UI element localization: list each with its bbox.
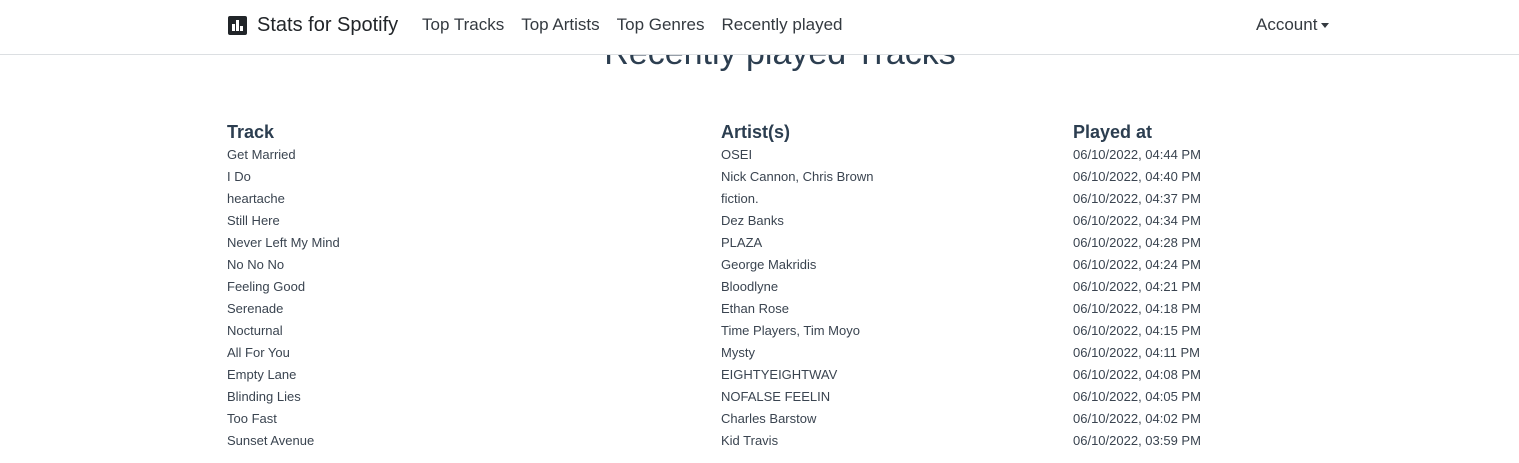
artists-cell: Nick Cannon, Chris Brown [721, 169, 874, 184]
played-at-cell: 06/10/2022, 03:59 PM [1073, 433, 1201, 448]
artists-cell: Bloodlyne [721, 279, 779, 294]
account-label: Account [1256, 15, 1318, 34]
navbar: Stats for Spotify Top Tracks Top Artists… [0, 0, 1519, 55]
artists-cell: EIGHTYEIGHTWAV [721, 367, 838, 382]
track-cell: Still Here [227, 213, 280, 228]
table-row: Too Fast Charles Barstow 06/10/2022, 04:02… [227, 408, 1325, 430]
played-at-cell: 06/10/2022, 04:40 PM [1073, 169, 1201, 184]
nav-recently-played[interactable]: Recently played [722, 15, 843, 35]
table-row: Empty Lane EIGHTYEIGHTWAV 06/10/2022, 04:0… [227, 364, 1325, 386]
played-at-cell: 06/10/2022, 04:15 PM [1073, 323, 1201, 338]
played-at-cell: 06/10/2022, 04:37 PM [1073, 191, 1201, 206]
track-cell: Sunset Avenue [227, 433, 315, 448]
nav-top-genres[interactable]: Top Genres [617, 15, 705, 35]
track-cell: Blinding Lies [227, 389, 301, 404]
table-row: Nocturnal Time Players, Tim Moyo 06/10/202… [227, 320, 1325, 342]
table-row: I Do Nick Cannon, Chris Brown 06/10/2022, … [227, 166, 1325, 188]
table-header-row: Track Artist(s) Played at [227, 120, 1325, 144]
table-row: No No No George Makridis 06/10/2022, 04:24… [227, 254, 1325, 276]
bar-chart-icon [228, 15, 247, 35]
track-cell: Empty Lane [227, 367, 297, 382]
brand-title: Stats for Spotify [257, 14, 399, 36]
artists-cell: Dez Banks [721, 213, 784, 228]
artists-cell: Kid Travis [721, 433, 779, 448]
table-row: Get Married OSEI 06/10/2022, 04:44 PM [227, 144, 1325, 166]
artists-cell: PLAZA [721, 235, 763, 250]
account-dropdown[interactable]: Account [1256, 15, 1330, 35]
track-cell: All For You [227, 345, 290, 360]
column-header-artists: Artist(s) [721, 122, 791, 142]
artists-cell: OSEI [721, 147, 753, 162]
table-row: Sunset Avenue Kid Travis 06/10/2022, 03:59… [227, 430, 1325, 452]
played-at-cell: 06/10/2022, 04:18 PM [1073, 301, 1201, 316]
artists-cell: NOFALSE FEELIN [721, 389, 831, 404]
track-cell: Too Fast [227, 411, 277, 426]
track-cell: No No No [227, 257, 285, 272]
played-at-cell: 06/10/2022, 04:34 PM [1073, 213, 1201, 228]
played-at-cell: 06/10/2022, 04:24 PM [1073, 257, 1201, 272]
artists-cell: Time Players, Tim Moyo [721, 323, 860, 338]
table-row: Blinding Lies NOFALSE FEELIN 06/10/2022, 0… [227, 386, 1325, 408]
track-cell: Get Married [227, 147, 296, 162]
caret-down-icon [1321, 23, 1330, 28]
column-header-track: Track [227, 122, 275, 142]
nav-top-tracks[interactable]: Top Tracks [422, 15, 504, 35]
artists-cell: Mysty [721, 345, 755, 360]
track-cell: Serenade [227, 301, 284, 316]
artists-cell: George Makridis [721, 257, 817, 272]
artists-cell: Charles Barstow [721, 411, 817, 426]
brand-link[interactable]: Stats for Spotify [228, 13, 398, 37]
played-at-cell: 06/10/2022, 04:02 PM [1073, 411, 1201, 426]
table-row: All For You Mysty 06/10/2022, 04:11 PM [227, 342, 1325, 364]
track-cell: Feeling Good [227, 279, 306, 294]
table-row: Serenade Ethan Rose 06/10/2022, 04:18 PM [227, 298, 1325, 320]
played-at-cell: 06/10/2022, 04:05 PM [1073, 389, 1201, 404]
nav-links: Top Tracks Top Artists Top Genres Recent… [422, 15, 859, 35]
table-row: Feeling Good Bloodlyne 06/10/2022, 04:21 P… [227, 276, 1325, 298]
table-row: Never Left My Mind PLAZA 06/10/2022, 04:28… [227, 232, 1325, 254]
main-content: Recently played Tracks Track Artist(s) P… [0, 0, 1519, 463]
artists-cell: Ethan Rose [721, 301, 789, 316]
played-at-cell: 06/10/2022, 04:08 PM [1073, 367, 1201, 382]
played-at-cell: 06/10/2022, 04:21 PM [1073, 279, 1201, 294]
artists-cell: fiction. [721, 191, 759, 206]
table-row: heartache fiction. 06/10/2022, 04:37 PM [227, 188, 1325, 210]
nav-top-artists[interactable]: Top Artists [521, 15, 599, 35]
track-cell: I Do [227, 169, 251, 184]
played-at-cell: 06/10/2022, 04:28 PM [1073, 235, 1201, 250]
track-cell: heartache [227, 191, 285, 206]
track-cell: Never Left My Mind [227, 235, 340, 250]
recently-played-table: Track Artist(s) Played at Get Married OSE… [227, 120, 1325, 452]
table-row: Still Here Dez Banks 06/10/2022, 04:34 PM [227, 210, 1325, 232]
column-header-played-at: Played at [1073, 122, 1153, 142]
played-at-cell: 06/10/2022, 04:44 PM [1073, 147, 1201, 162]
track-cell: Nocturnal [227, 323, 283, 338]
played-at-cell: 06/10/2022, 04:11 PM [1073, 345, 1200, 360]
